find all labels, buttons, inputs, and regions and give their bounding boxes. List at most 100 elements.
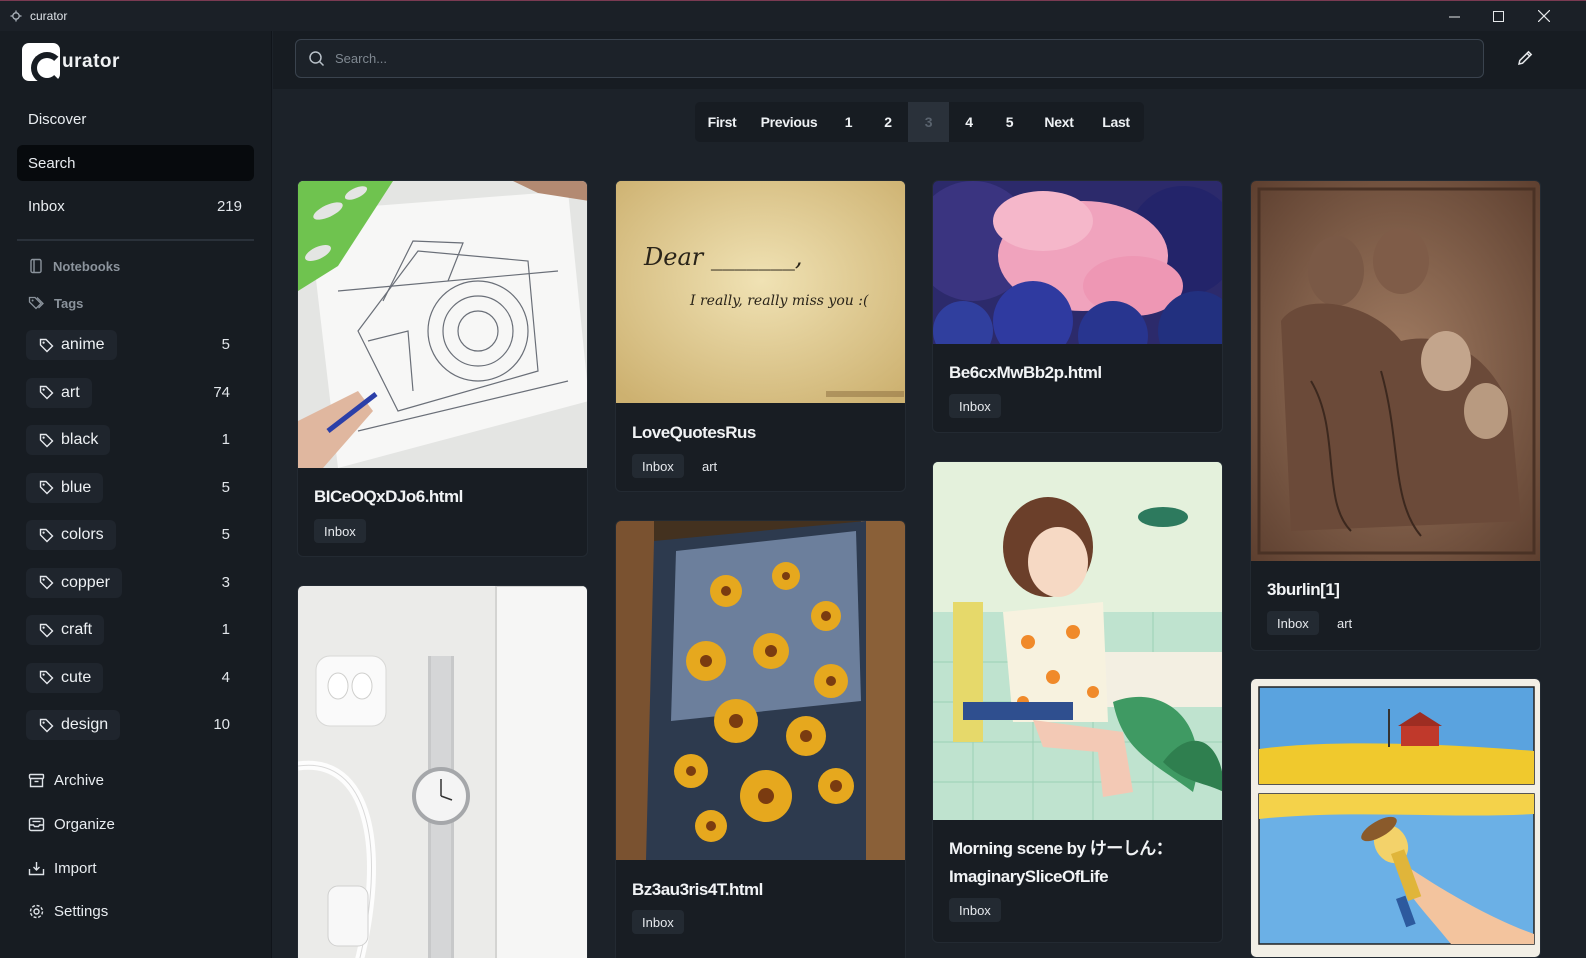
pagination: First Previous 1 2 3 4 5 Next Last	[695, 102, 1144, 142]
card-title-line-1: Morning scene by けーしん：	[949, 839, 1173, 858]
logo-text: urator	[62, 51, 120, 72]
tag-count: 4	[221, 668, 230, 686]
page-last-button[interactable]: Last	[1088, 102, 1144, 142]
page-next-button[interactable]: Next	[1030, 102, 1088, 142]
tags-label: Tags	[54, 295, 84, 311]
edit-pencil-icon[interactable]	[1515, 48, 1535, 68]
tag-count: 5	[221, 478, 230, 496]
inbox-count: 219	[216, 197, 242, 215]
note-card[interactable]: Morning scene by けーしん： ImaginarySliceOfL…	[932, 461, 1223, 943]
letter-line-1: Dear _______,	[644, 243, 803, 271]
tag-pill[interactable]: anime	[26, 330, 117, 360]
note-card[interactable]: BICeOQxDJo6.html Inbox	[297, 180, 588, 557]
tag-icon	[39, 433, 54, 447]
tag-count: 5	[221, 336, 230, 353]
note-card[interactable]: Be6cxMwBb2p.html Inbox	[932, 180, 1223, 433]
card-title: Bz3au3ris4T.html	[632, 880, 763, 899]
tag-row-black[interactable]: black 1	[26, 425, 246, 455]
tags-section[interactable]: Tags	[28, 295, 83, 311]
notebook-icon	[30, 258, 42, 274]
card-tag-chip[interactable]: Inbox	[949, 394, 1001, 418]
tag-pill[interactable]: craft	[26, 615, 105, 645]
tag-pill[interactable]: black	[26, 425, 111, 455]
tag-label: anime	[61, 336, 105, 353]
close-icon[interactable]	[1521, 1, 1566, 31]
import-icon	[28, 862, 45, 876]
card-title: BICeOQxDJo6.html	[314, 487, 463, 506]
card-image-comic-panels	[1251, 679, 1540, 957]
card-image-renaissance-drawing	[1251, 181, 1540, 561]
app-window: curator urator Discover Search Inbox 219 …	[0, 0, 1586, 958]
page-3-button[interactable]: 3	[908, 102, 949, 142]
note-card[interactable]	[1250, 678, 1541, 958]
card-tag-chip[interactable]: Inbox	[949, 898, 1001, 922]
title-bar: curator	[0, 0, 1586, 31]
nav-import[interactable]: Import	[28, 860, 97, 877]
page-first-button[interactable]: First	[695, 102, 749, 142]
settings-gear-icon	[29, 904, 44, 919]
nav-discover[interactable]: Discover	[17, 101, 254, 137]
search-bar	[295, 39, 1484, 78]
settings-label: Settings	[54, 903, 109, 920]
tag-row-cute[interactable]: cute 4	[26, 662, 246, 693]
nav-discover-label: Discover	[28, 110, 87, 128]
page-2-button[interactable]: 2	[868, 102, 908, 142]
nav-organize[interactable]: Organize	[28, 816, 115, 833]
logo: urator	[22, 43, 120, 81]
card-tag-chip[interactable]: Inbox	[1267, 611, 1319, 635]
card-image-camera-sketch	[298, 181, 587, 468]
search-input[interactable]	[335, 51, 1435, 66]
tag-row-blue[interactable]: blue 5	[26, 472, 246, 503]
tag-row-copper[interactable]: copper 3	[26, 567, 246, 598]
nav-archive[interactable]: Archive	[28, 772, 104, 789]
search-icon	[309, 51, 325, 67]
card-tag-chip[interactable]: art	[1327, 611, 1362, 635]
tag-pill[interactable]: blue	[26, 472, 104, 503]
tag-label: art	[61, 383, 80, 401]
organize-label: Organize	[54, 816, 115, 833]
nav-settings[interactable]: Settings	[28, 903, 108, 920]
note-card[interactable]: Dear _______, I really, really miss you …	[615, 180, 906, 492]
page-4-button[interactable]: 4	[949, 102, 989, 142]
maximize-icon[interactable]	[1476, 1, 1521, 31]
tag-row-colors[interactable]: colors 5	[26, 520, 246, 550]
tag-pill[interactable]: art	[26, 377, 92, 408]
page-previous-button[interactable]: Previous	[749, 102, 829, 142]
tag-pill[interactable]: copper	[26, 567, 122, 598]
notebooks-section[interactable]: Notebooks	[28, 258, 120, 274]
tag-pill[interactable]: cute	[26, 662, 104, 693]
sidebar: urator Discover Search Inbox 219 Notebook…	[0, 31, 272, 958]
tag-row-craft[interactable]: craft 1	[26, 615, 246, 645]
card-tag-chip[interactable]: art	[692, 454, 727, 478]
tag-label: craft	[61, 621, 93, 638]
tag-icon	[39, 528, 54, 542]
top-bar	[273, 31, 1586, 89]
nav-search[interactable]: Search	[17, 145, 254, 181]
tag-label: design	[61, 716, 109, 733]
notebooks-label: Notebooks	[53, 258, 121, 274]
nav-inbox-label: Inbox	[28, 197, 65, 215]
sidebar-divider	[17, 239, 254, 241]
note-card[interactable]	[297, 585, 588, 958]
tag-row-anime[interactable]: anime 5	[26, 330, 246, 360]
archive-icon	[28, 773, 45, 788]
tag-row-art[interactable]: art 74	[26, 377, 246, 408]
nav-inbox[interactable]: Inbox 219	[17, 188, 254, 224]
tag-row-design[interactable]: design 10	[26, 710, 246, 740]
page-5-button[interactable]: 5	[989, 102, 1030, 142]
note-card[interactable]: Bz3au3ris4T.html Inbox	[615, 520, 906, 958]
card-tag-chip[interactable]: Inbox	[314, 519, 366, 543]
tag-pill[interactable]: colors	[26, 520, 116, 550]
window-title: curator	[30, 9, 68, 23]
tag-count: 1	[221, 431, 230, 448]
note-card[interactable]: 3burlin[1] Inbox art	[1250, 180, 1541, 651]
card-title: 3burlin[1]	[1267, 580, 1340, 599]
tag-count: 5	[221, 526, 230, 543]
minimize-icon[interactable]	[1432, 1, 1477, 31]
tag-count: 1	[221, 621, 230, 638]
page-1-button[interactable]: 1	[829, 102, 868, 142]
tag-label: black	[61, 431, 99, 448]
card-tag-chip[interactable]: Inbox	[632, 454, 684, 478]
tag-pill[interactable]: design	[26, 710, 121, 740]
card-tag-chip[interactable]: Inbox	[632, 910, 684, 934]
